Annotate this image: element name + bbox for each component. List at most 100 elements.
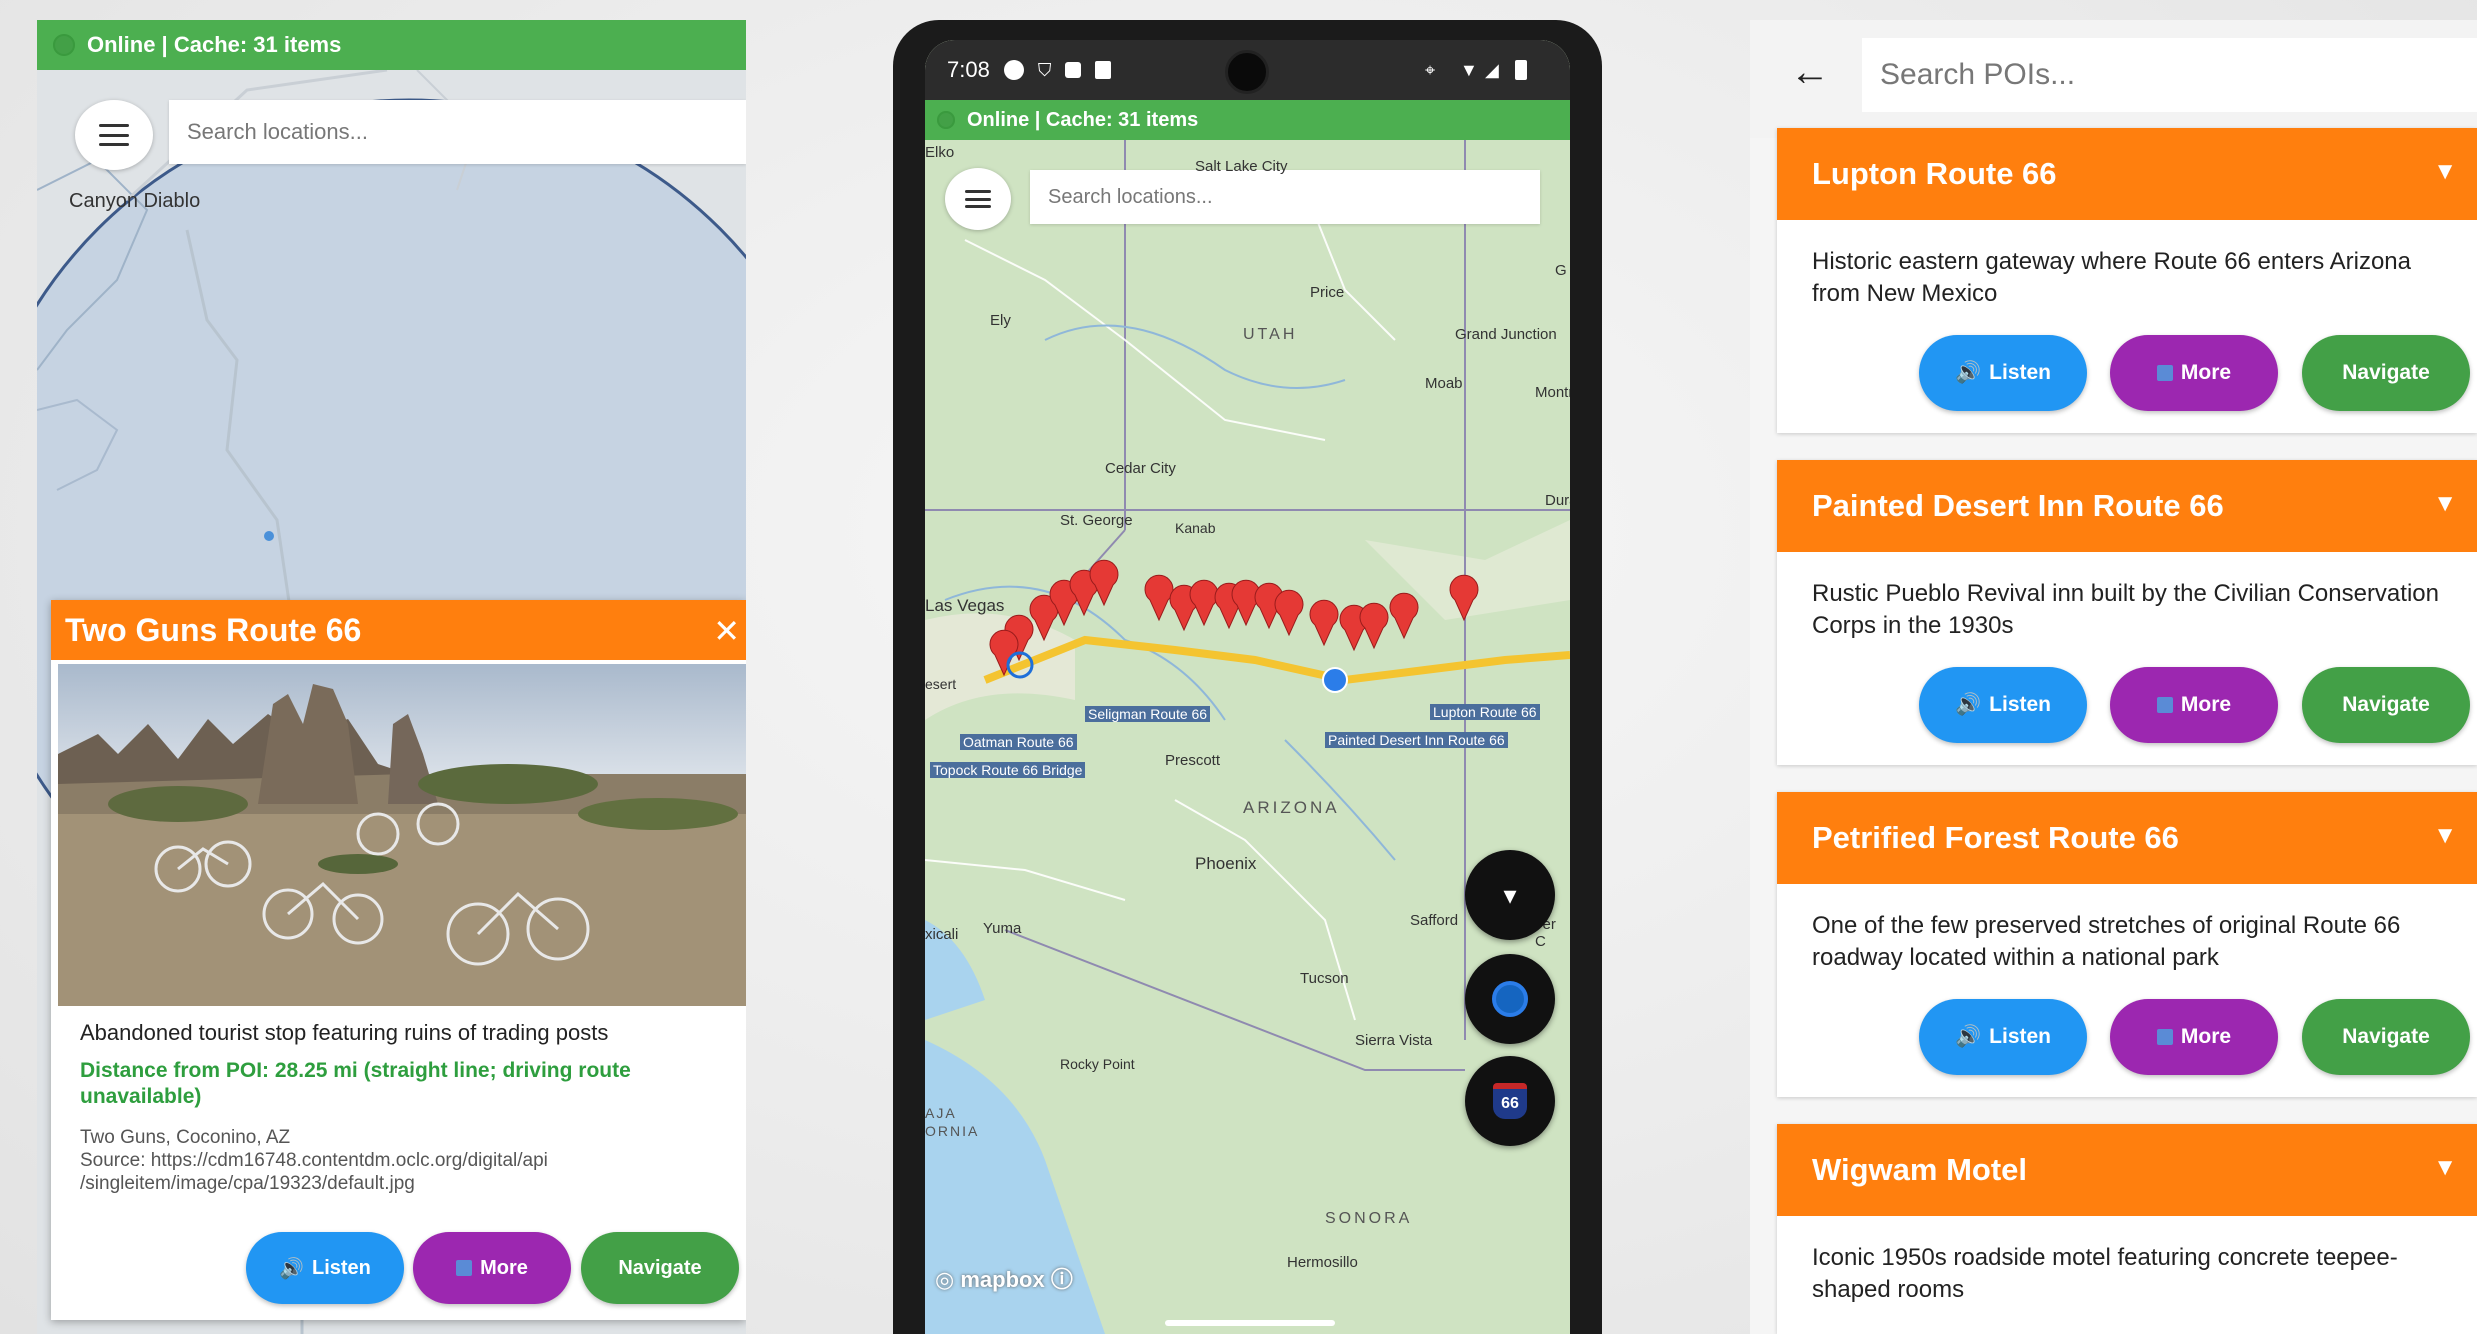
poi-card-header[interactable]: Wigwam Motel ▼	[1777, 1124, 2477, 1216]
navigate-button-label: Navigate	[618, 1256, 702, 1279]
back-arrow-icon[interactable]: ←	[1790, 50, 1830, 95]
connection-status-bar: Online | Cache: 31 items	[37, 20, 746, 70]
more-button[interactable]: More	[2110, 667, 2278, 743]
more-button[interactable]: More	[2110, 335, 2278, 411]
info-icon	[456, 1260, 473, 1276]
poi-label[interactable]: Topock Route 66 Bridge	[930, 762, 1086, 778]
phone-frame: 7:08 ⛉ ⌖ ▼ ◢ Online | Cache: 31 items Se…	[893, 20, 1602, 1334]
sd-card-icon	[1095, 61, 1112, 79]
info-icon	[2156, 1029, 2173, 1045]
map-label: xicali	[925, 926, 959, 943]
clock: 7:08	[947, 57, 990, 82]
navigate-button[interactable]: Navigate	[2302, 999, 2470, 1075]
navigate-button[interactable]: Navigate	[2302, 667, 2470, 743]
navigate-button-label: Navigate	[2342, 693, 2430, 716]
route-66-button[interactable]: 66	[1465, 1056, 1555, 1146]
map-canvas[interactable]	[925, 40, 1570, 1334]
system-status-bar: 7:08 ⛉ ⌖ ▼ ◢	[925, 40, 1570, 100]
map-label: G	[1555, 262, 1567, 279]
map-label: Ely	[990, 312, 1011, 329]
poi-label[interactable]: Painted Desert Inn Route 66	[1325, 732, 1508, 748]
poi-card-description: One of the few preserved stretches of or…	[1812, 912, 2401, 971]
chevron-down-icon[interactable]: ▼	[2433, 158, 2457, 186]
navigate-button-label: Navigate	[2342, 1025, 2430, 1048]
close-icon[interactable]: ✕	[713, 612, 740, 650]
speaker-icon: 🔊	[1955, 1025, 1982, 1048]
map-label: Moab	[1425, 375, 1463, 392]
poi-card: Painted Desert Inn Route 66 ▼ Rustic Pue…	[1777, 460, 2477, 765]
chevron-down-icon[interactable]: ▼	[2433, 490, 2457, 518]
map-label: Price	[1310, 284, 1345, 301]
more-button-label: More	[2180, 361, 2232, 384]
poi-distance: Distance from POI: 28.25 mi (straight li…	[80, 1059, 631, 1108]
menu-button[interactable]	[945, 168, 1011, 230]
listen-button[interactable]: 🔊 Listen	[1919, 667, 2087, 743]
map-label: ARIZONA	[1243, 798, 1340, 817]
listen-button[interactable]: 🔊 Listen	[1919, 335, 2087, 411]
more-button-label: More	[2180, 693, 2232, 716]
compass-button[interactable]: ▾	[1465, 850, 1555, 940]
navigate-button[interactable]: Navigate	[581, 1232, 739, 1304]
shield-icon: ⛉	[1037, 59, 1052, 80]
map-label: Kanab	[1175, 520, 1216, 536]
info-icon	[2156, 365, 2173, 381]
poi-card-header[interactable]: Painted Desert Inn Route 66 ▼	[1777, 460, 2477, 552]
poi-card-header[interactable]: Petrified Forest Route 66 ▼	[1777, 792, 2477, 884]
map-label: Tucson	[1300, 970, 1349, 987]
chevron-down-icon[interactable]: ▼	[2433, 1154, 2457, 1182]
poi-label[interactable]: Lupton Route 66	[1430, 704, 1540, 720]
more-button[interactable]: More	[413, 1232, 571, 1304]
map-label: Las Vegas	[925, 596, 1005, 615]
map-label: Dura	[1545, 492, 1570, 509]
map-label: esert	[925, 676, 957, 692]
poi-card: Petrified Forest Route 66 ▼ One of the f…	[1777, 792, 2477, 1097]
status-dot-icon	[937, 111, 955, 129]
search-poi-input[interactable]: Search POIs...	[1862, 38, 2477, 112]
poi-card-description: Iconic 1950s roadside motel featuring co…	[1812, 1244, 2398, 1303]
map-label: Rocky Point	[1060, 1056, 1135, 1072]
info-icon[interactable]: ⓘ	[1051, 1267, 1073, 1292]
navigate-button[interactable]: Navigate	[2302, 335, 2470, 411]
chevron-down-icon[interactable]: ▼	[2433, 822, 2457, 850]
signal-icon: ◢	[1485, 59, 1499, 80]
home-indicator[interactable]	[1165, 1320, 1335, 1326]
mapbox-logo-text: mapbox	[960, 1267, 1045, 1292]
connection-status-bar: Online | Cache: 31 items	[925, 100, 1570, 140]
more-button-label: More	[2180, 1025, 2232, 1048]
menu-button[interactable]	[75, 100, 153, 170]
poi-popup: Two Guns Route 66 ✕ Abandoned tourist st…	[51, 600, 746, 1320]
search-input[interactable]: Search locations...	[1030, 170, 1540, 224]
map-label: Hermosillo	[1287, 1254, 1358, 1271]
poi-card-header[interactable]: Lupton Route 66 ▼	[1777, 128, 2477, 220]
listen-button[interactable]: 🔊 Listen	[246, 1232, 404, 1304]
map-label-canyon-diablo: Canyon Diablo	[69, 190, 201, 212]
status-dot-icon	[53, 34, 75, 56]
my-location-button[interactable]	[1465, 954, 1555, 1044]
top-bar: ← Search POIs...	[1750, 20, 2477, 138]
poi-label[interactable]: Seligman Route 66	[1085, 706, 1211, 722]
poi-card: Wigwam Motel ▼ Iconic 1950s roadside mot…	[1777, 1124, 2477, 1334]
listen-button-label: Listen	[1989, 361, 2051, 384]
poi-location: Two Guns, Coconino, AZ	[80, 1127, 291, 1148]
poi-card-title: Lupton Route 66	[1812, 156, 2057, 191]
camera-cutout	[1225, 50, 1269, 94]
map-label: St. George	[1060, 512, 1133, 529]
poi-meta: Two Guns, Coconino, AZ Source: https://c…	[80, 1126, 730, 1195]
poi-card-description: Rustic Pueblo Revival inn built by the C…	[1812, 580, 2439, 639]
hamburger-icon	[965, 190, 991, 208]
phone-screen: 7:08 ⛉ ⌖ ▼ ◢ Online | Cache: 31 items Se…	[925, 40, 1570, 1334]
wifi-icon: ▼	[1460, 59, 1478, 80]
more-button-label: More	[480, 1256, 528, 1279]
poi-label[interactable]: Oatman Route 66	[960, 734, 1077, 750]
map-label: UTAH	[1243, 326, 1298, 343]
poi-card: Lupton Route 66 ▼ Historic eastern gatew…	[1777, 128, 2477, 433]
popup-header: Two Guns Route 66 ✕	[51, 600, 746, 660]
connection-status-text: Online | Cache: 31 items	[87, 32, 342, 57]
search-input[interactable]: Search locations...	[169, 100, 746, 164]
more-button[interactable]: More	[2110, 999, 2278, 1075]
poi-source: Source: https://cdm16748.contentdm.oclc.…	[80, 1150, 548, 1194]
poi-detail-screen: Online | Cache: 31 items Search location…	[37, 20, 746, 1334]
listen-button[interactable]: 🔊 Listen	[1919, 999, 2087, 1075]
poi-card-title: Petrified Forest Route 66	[1812, 820, 2179, 855]
map-label: Grand Junction	[1455, 326, 1557, 343]
